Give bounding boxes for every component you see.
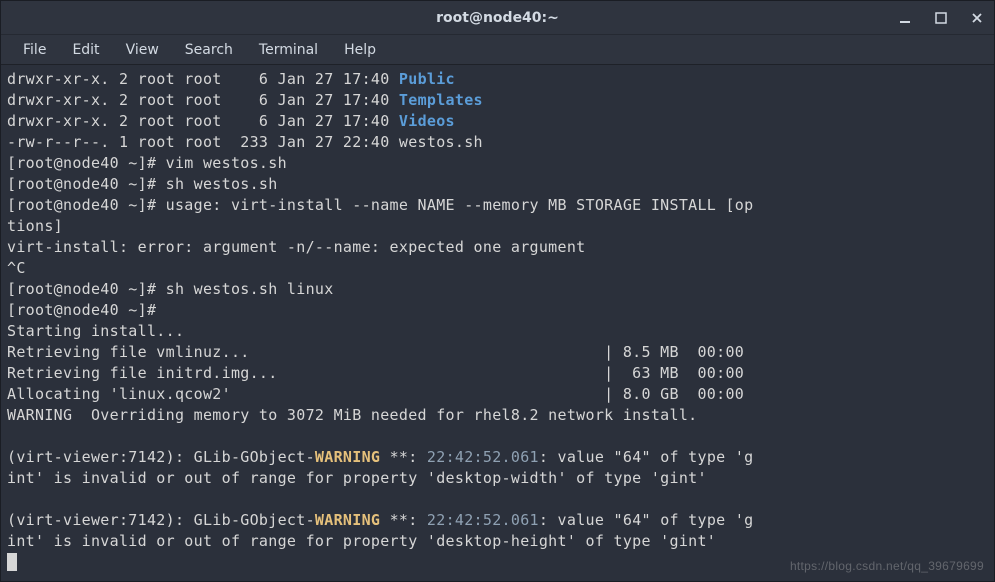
menu-view[interactable]: View xyxy=(114,38,171,62)
ls-dir-name: Videos xyxy=(399,112,455,130)
ls-dir-name: Public xyxy=(399,70,455,88)
glib-warning-cont: int' is invalid or out of range for prop… xyxy=(7,468,988,489)
terminal-output[interactable]: drwxr-xr-x. 2 root root 6 Jan 27 17:40 P… xyxy=(1,65,994,581)
prompt-line: [root@node40 ~]# xyxy=(7,300,988,321)
retrieve-line: Retrieving file initrd.img... | 63 MB 00… xyxy=(7,363,988,384)
warning-line: WARNING Overriding memory to 3072 MiB ne… xyxy=(7,405,988,426)
glib-prefix: (virt-viewer:7142): GLib-GObject- xyxy=(7,511,315,529)
blank-line xyxy=(7,426,988,447)
glib-timestamp: 22:42:52.061 xyxy=(427,448,539,466)
titlebar: root@node40:~ xyxy=(1,1,994,35)
cursor-icon xyxy=(7,553,17,571)
menu-search[interactable]: Search xyxy=(173,38,245,62)
glib-warning: (virt-viewer:7142): GLib-GObject-WARNING… xyxy=(7,447,988,468)
menu-edit[interactable]: Edit xyxy=(60,38,111,62)
close-icon[interactable] xyxy=(968,9,986,27)
allocate-line: Allocating 'linux.qcow2' | 8.0 GB 00:00 xyxy=(7,384,988,405)
ls-perms: drwxr-xr-x. 2 root root 6 Jan 27 17:40 xyxy=(7,91,399,109)
glib-msg: : value "64" of type 'g xyxy=(539,511,754,529)
usage-line: [root@node40 ~]# usage: virt-install --n… xyxy=(7,195,988,216)
glib-msg: : value "64" of type 'g xyxy=(539,448,754,466)
window-title: root@node40:~ xyxy=(436,10,559,26)
window-controls xyxy=(896,9,986,27)
ls-perms: drwxr-xr-x. 2 root root 6 Jan 27 17:40 xyxy=(7,70,399,88)
blank-line xyxy=(7,489,988,510)
glib-warning-cont: int' is invalid or out of range for prop… xyxy=(7,531,988,552)
menu-terminal[interactable]: Terminal xyxy=(247,38,330,62)
ls-row: drwxr-xr-x. 2 root root 6 Jan 27 17:40 T… xyxy=(7,90,988,111)
ls-row: drwxr-xr-x. 2 root root 6 Jan 27 17:40 P… xyxy=(7,69,988,90)
watermark: https://blog.csdn.net/qq_39679699 xyxy=(790,556,984,577)
glib-prefix: (virt-viewer:7142): GLib-GObject- xyxy=(7,448,315,466)
menu-file[interactable]: File xyxy=(11,38,58,62)
ls-row: -rw-r--r--. 1 root root 233 Jan 27 22:40… xyxy=(7,132,988,153)
glib-level: WARNING xyxy=(315,448,380,466)
prompt-line: [root@node40 ~]# sh westos.sh xyxy=(7,174,988,195)
glib-level: WARNING xyxy=(315,511,380,529)
ls-row: drwxr-xr-x. 2 root root 6 Jan 27 17:40 V… xyxy=(7,111,988,132)
glib-stars: **: xyxy=(380,448,427,466)
install-start: Starting install... xyxy=(7,321,988,342)
glib-timestamp: 22:42:52.061 xyxy=(427,511,539,529)
retrieve-line: Retrieving file vmlinuz... | 8.5 MB 00:0… xyxy=(7,342,988,363)
menubar: File Edit View Search Terminal Help xyxy=(1,35,994,65)
glib-stars: **: xyxy=(380,511,427,529)
prompt-line: [root@node40 ~]# vim westos.sh xyxy=(7,153,988,174)
minimize-icon[interactable] xyxy=(896,9,914,27)
ls-dir-name: Templates xyxy=(399,91,483,109)
usage-line-cont: tions] xyxy=(7,216,988,237)
glib-warning: (virt-viewer:7142): GLib-GObject-WARNING… xyxy=(7,510,988,531)
error-line: virt-install: error: argument -n/--name:… xyxy=(7,237,988,258)
terminal-window: root@node40:~ File Edit View Search Term… xyxy=(0,0,995,582)
maximize-icon[interactable] xyxy=(932,9,950,27)
ls-perms: drwxr-xr-x. 2 root root 6 Jan 27 17:40 xyxy=(7,112,399,130)
menu-help[interactable]: Help xyxy=(332,38,388,62)
ctrl-c: ^C xyxy=(7,258,988,279)
prompt-line: [root@node40 ~]# sh westos.sh linux xyxy=(7,279,988,300)
